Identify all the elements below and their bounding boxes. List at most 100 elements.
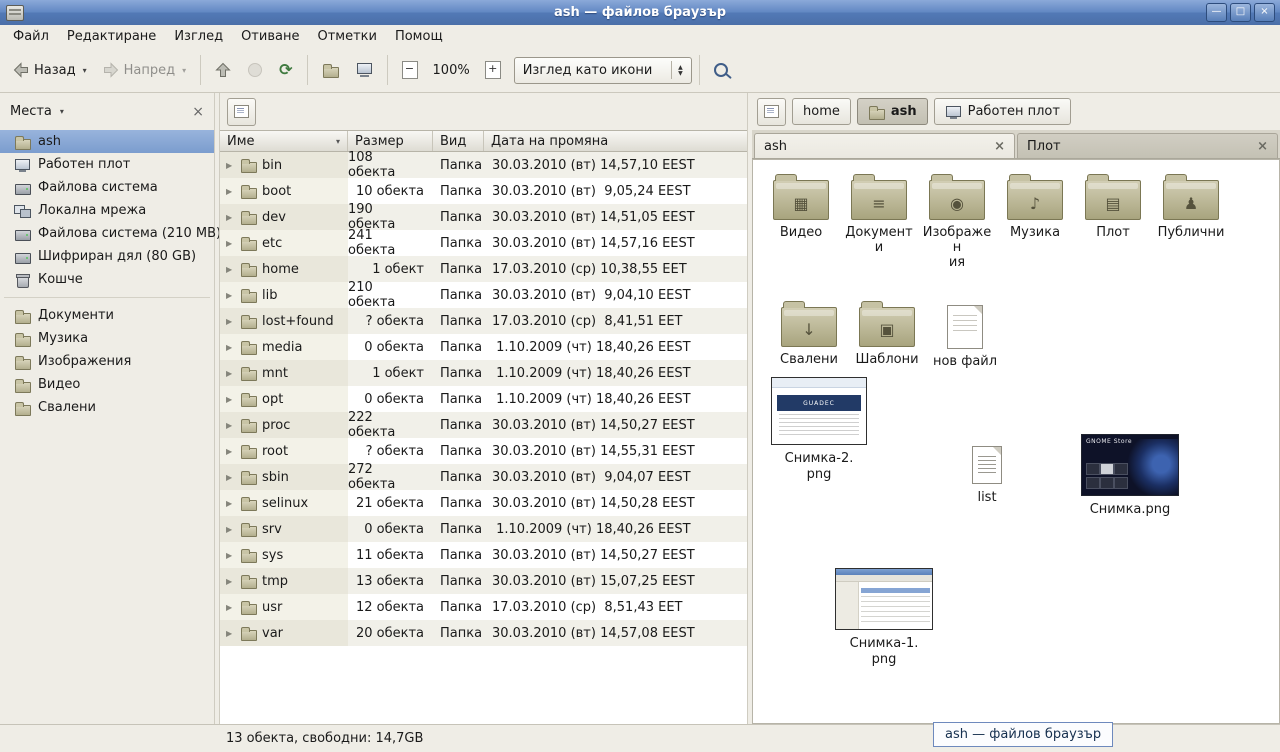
sidebar-item[interactable]: Локална мрежа <box>0 199 214 222</box>
menu-item[interactable]: Помощ <box>386 27 452 46</box>
file-row[interactable]: ▶opt0 обектаПапка 1.10.2009 (чт) 18,40,2… <box>220 386 747 412</box>
file-row[interactable]: ▶root? обектаПапка30.03.2010 (вт) 14,55,… <box>220 438 747 464</box>
expander-icon[interactable]: ▶ <box>226 525 236 534</box>
expander-icon[interactable]: ▶ <box>226 343 236 352</box>
sidebar-item[interactable]: Шифриран дял (80 GB) <box>0 245 214 268</box>
expander-icon[interactable]: ▶ <box>226 499 236 508</box>
column-header-date[interactable]: Дата на промяна <box>484 131 747 151</box>
expander-icon[interactable]: ▶ <box>226 317 236 326</box>
column-header-type[interactable]: Вид <box>433 131 484 151</box>
icon-item-music[interactable]: ♪Музика <box>999 172 1071 241</box>
path-button-ash[interactable]: ash <box>857 98 928 125</box>
expander-icon[interactable]: ▶ <box>226 291 236 300</box>
menu-item[interactable]: Отметки <box>308 27 385 46</box>
sidebar-item[interactable]: Музика <box>0 327 214 350</box>
file-row[interactable]: ▶srv0 обектаПапка 1.10.2009 (чт) 18,40,2… <box>220 516 747 542</box>
expander-icon[interactable]: ▶ <box>226 473 236 482</box>
file-row[interactable]: ▶sbin272 обектаПапка30.03.2010 (вт) 9,04… <box>220 464 747 490</box>
tab-plot[interactable]: Плот × <box>1017 133 1278 158</box>
icon-item-desktop[interactable]: ▤Плот <box>1077 172 1149 241</box>
expander-icon[interactable]: ▶ <box>226 265 236 274</box>
menu-item[interactable]: Отиване <box>232 27 308 46</box>
expander-icon[interactable]: ▶ <box>226 369 236 378</box>
maximize-button[interactable]: □ <box>1230 3 1251 22</box>
file-row[interactable]: ▶boot10 обектаПапка30.03.2010 (вт) 9,05,… <box>220 178 747 204</box>
column-header-name[interactable]: Име ▾ <box>220 131 348 151</box>
view-mode-spinner[interactable]: ▲ ▼ <box>671 61 683 79</box>
file-row[interactable]: ▶sys11 обектаПапка30.03.2010 (вт) 14,50,… <box>220 542 747 568</box>
sort-indicator-icon[interactable]: ▾ <box>332 137 340 146</box>
expander-icon[interactable]: ▶ <box>226 213 236 222</box>
minimize-button[interactable]: — <box>1206 3 1227 22</box>
view-mode-select[interactable]: Изглед като икони ▲ ▼ <box>514 57 692 84</box>
expander-icon[interactable]: ▶ <box>226 551 236 560</box>
expander-icon[interactable]: ▶ <box>226 239 236 248</box>
zoom-out-button[interactable]: − <box>395 56 425 84</box>
pane-toggle-button[interactable] <box>757 98 786 126</box>
sidebar-close-icon[interactable]: × <box>192 104 204 120</box>
file-row[interactable]: ▶bin108 обектаПапка30.03.2010 (вт) 14,57… <box>220 152 747 178</box>
sidebar-item[interactable]: Видео <box>0 373 214 396</box>
file-row[interactable]: ▶home1 обектПапка17.03.2010 (ср) 10,38,5… <box>220 256 747 282</box>
sidebar-mode-chevron-icon[interactable]: ▾ <box>60 107 64 116</box>
expander-icon[interactable]: ▶ <box>226 161 236 170</box>
icon-item-new-file[interactable]: нов файл <box>929 299 1001 370</box>
sidebar-item[interactable]: ash <box>0 130 214 153</box>
icon-item-pictures[interactable]: ◉Изображен ия <box>921 172 993 271</box>
expander-icon[interactable]: ▶ <box>226 603 236 612</box>
file-row[interactable]: ▶mnt1 обектПапка 1.10.2009 (чт) 18,40,26… <box>220 360 747 386</box>
file-snimka-2[interactable]: GUADEC Снимка-2. png <box>767 377 871 482</box>
tab-close-icon[interactable]: × <box>994 139 1005 154</box>
expander-icon[interactable]: ▶ <box>226 421 236 430</box>
close-button[interactable]: × <box>1254 3 1275 22</box>
file-row[interactable]: ▶media0 обектаПапка 1.10.2009 (чт) 18,40… <box>220 334 747 360</box>
sidebar-item[interactable]: Изображения <box>0 350 214 373</box>
sidebar-item[interactable]: Файлова система <box>0 176 214 199</box>
tab-close-icon[interactable]: × <box>1257 139 1268 154</box>
icon-item-public[interactable]: ♟Публични <box>1155 172 1227 241</box>
file-row[interactable]: ▶tmp13 обектаПапка30.03.2010 (вт) 15,07,… <box>220 568 747 594</box>
menu-item[interactable]: Файл <box>4 27 58 46</box>
file-snimka-1[interactable]: Снимка-1. png <box>829 568 939 667</box>
back-button[interactable]: Назад ▾ <box>6 57 94 83</box>
file-list-doc[interactable]: list <box>959 446 1015 506</box>
home-button[interactable] <box>315 57 347 83</box>
expander-icon[interactable]: ▶ <box>226 395 236 404</box>
path-button-home[interactable]: home <box>792 98 851 125</box>
file-row[interactable]: ▶proc222 обектаПапка30.03.2010 (вт) 14,5… <box>220 412 747 438</box>
sidebar-item[interactable]: Документи <box>0 304 214 327</box>
file-row[interactable]: ▶selinux21 обектаПапка30.03.2010 (вт) 14… <box>220 490 747 516</box>
icon-item-video[interactable]: ▦Видео <box>765 172 837 241</box>
tab-ash[interactable]: ash × <box>754 133 1015 158</box>
forward-menu-chevron-icon[interactable]: ▾ <box>182 66 186 75</box>
sidebar-item[interactable]: Свалени <box>0 396 214 419</box>
zoom-in-button[interactable]: + <box>478 56 508 84</box>
sidebar-title[interactable]: Места <box>10 104 52 119</box>
icon-item-templates[interactable]: ▣Шаблони <box>851 299 923 368</box>
back-menu-chevron-icon[interactable]: ▾ <box>83 66 87 75</box>
location-toggle-button[interactable] <box>227 98 256 126</box>
file-row[interactable]: ▶lost+found? обектаПапка17.03.2010 (ср) … <box>220 308 747 334</box>
file-row[interactable]: ▶var20 обектаПапка30.03.2010 (вт) 14,57,… <box>220 620 747 646</box>
file-snimka[interactable]: GNOME Store Снимка.png <box>1075 434 1185 518</box>
computer-button[interactable] <box>349 58 380 82</box>
expander-icon[interactable]: ▶ <box>226 629 236 638</box>
forward-button[interactable]: Напред ▾ <box>96 57 194 83</box>
file-row[interactable]: ▶dev190 обектаПапка30.03.2010 (вт) 14,51… <box>220 204 747 230</box>
menu-item[interactable]: Изглед <box>165 27 232 46</box>
menu-item[interactable]: Редактиране <box>58 27 165 46</box>
path-button-desktop[interactable]: Работен плот <box>934 98 1071 125</box>
icon-item-downloads[interactable]: ↓Свалени <box>773 299 845 368</box>
reload-button[interactable]: ⟳ <box>272 57 299 83</box>
sidebar-item[interactable]: Работен плот <box>0 153 214 176</box>
up-button[interactable] <box>208 57 238 83</box>
column-header-size[interactable]: Размер <box>348 131 433 151</box>
search-button[interactable] <box>707 58 735 82</box>
expander-icon[interactable]: ▶ <box>226 447 236 456</box>
stop-button[interactable] <box>240 57 270 83</box>
sidebar-item[interactable]: Кошче <box>0 268 214 291</box>
file-row[interactable]: ▶etc241 обектаПапка30.03.2010 (вт) 14,57… <box>220 230 747 256</box>
file-row[interactable]: ▶lib210 обектаПапка30.03.2010 (вт) 9,04,… <box>220 282 747 308</box>
sidebar-item[interactable]: Файлова система (210 MB) <box>0 222 214 245</box>
icon-item-documents[interactable]: ≡Документи <box>843 172 915 256</box>
